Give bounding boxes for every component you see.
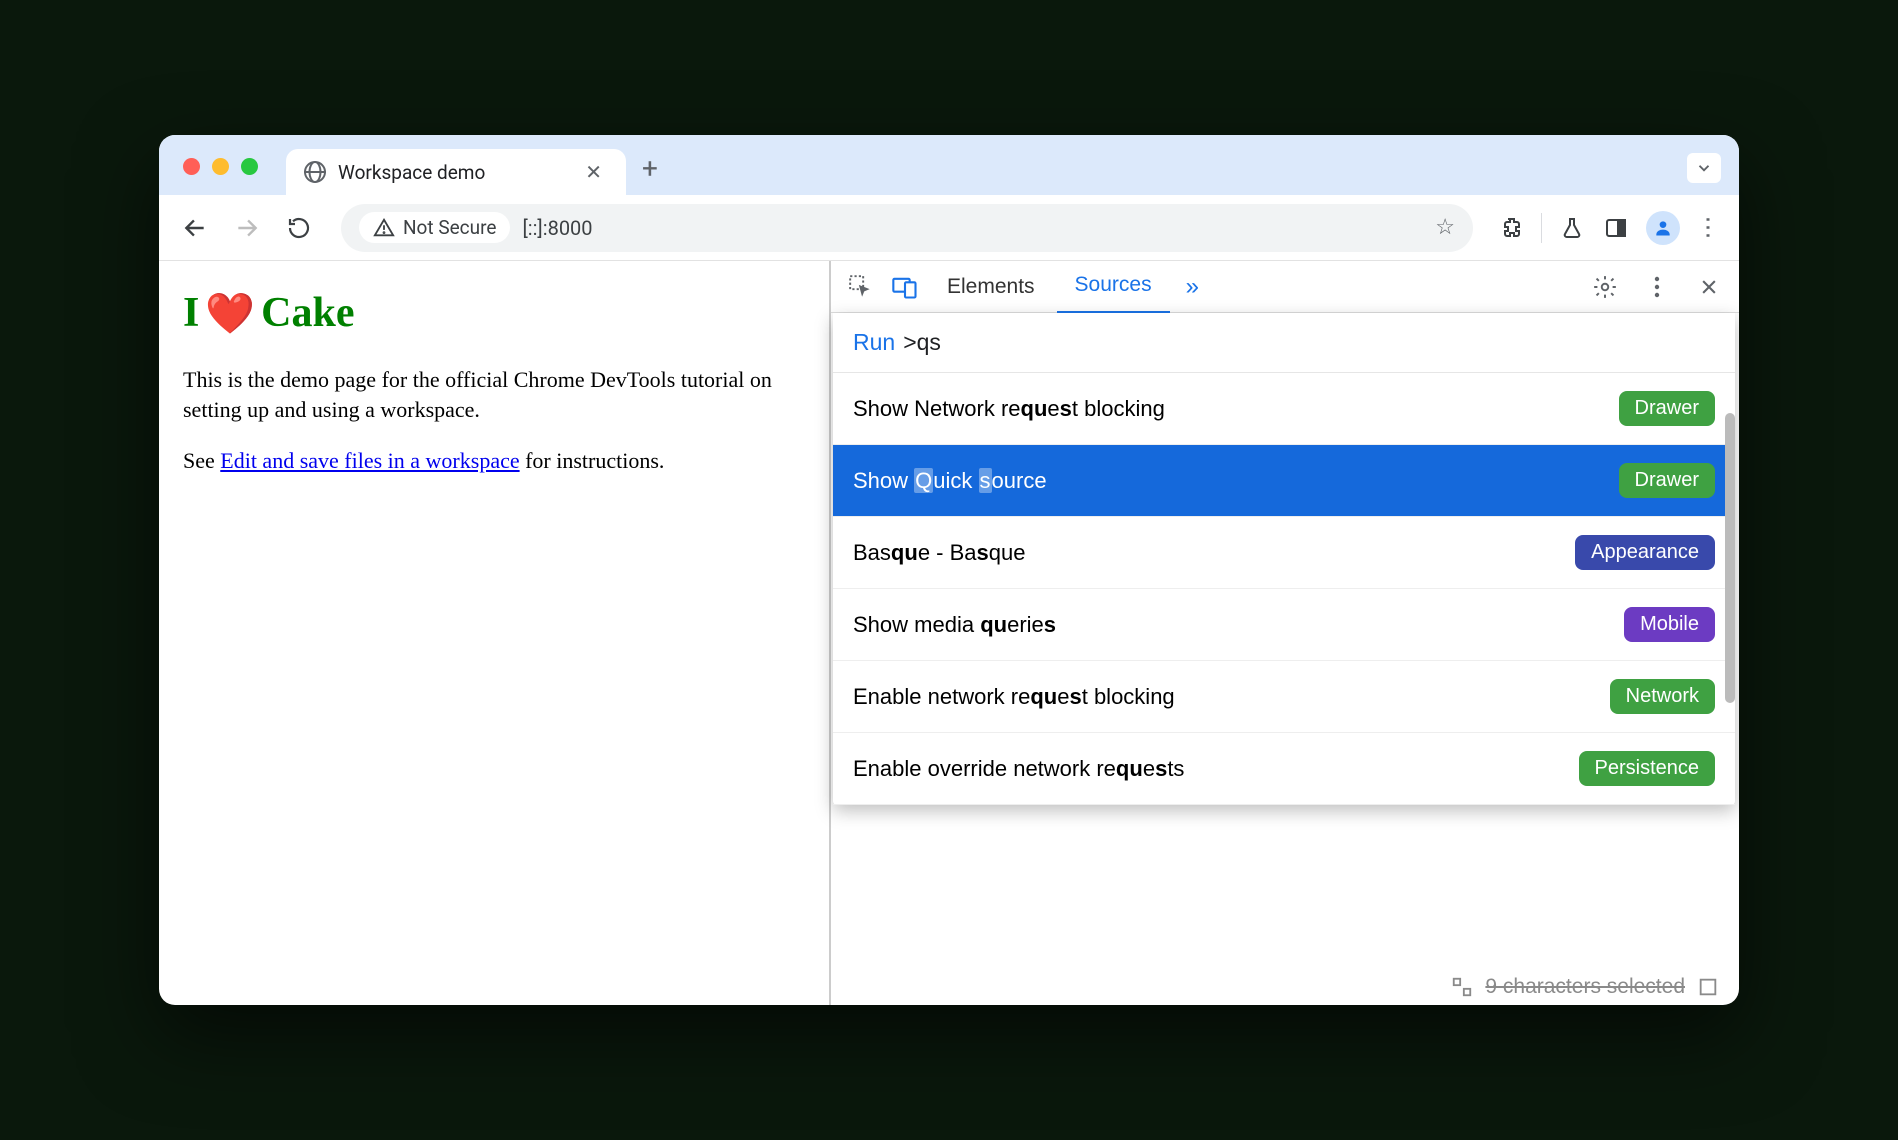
url-text: [::]:8000 <box>522 216 1423 240</box>
extensions-icon[interactable] <box>1497 214 1525 242</box>
bookmark-icon[interactable]: ☆ <box>1435 215 1455 240</box>
rendered-page: I ❤️ Cake This is the demo page for the … <box>159 261 829 1005</box>
command-label: Enable network request blocking <box>853 684 1175 710</box>
command-item[interactable]: Enable override network requests Persiste… <box>833 733 1735 805</box>
command-item[interactable]: Show media queries Mobile <box>833 589 1735 661</box>
command-badge: Appearance <box>1575 535 1715 570</box>
tabs-dropdown-button[interactable] <box>1687 153 1721 183</box>
command-badge: Drawer <box>1619 463 1715 498</box>
maximize-window-button[interactable] <box>241 158 258 175</box>
forward-button[interactable] <box>229 210 265 246</box>
browser-window: Workspace demo ✕ + Not Secure [::]:8000 … <box>159 135 1739 1005</box>
tab-title: Workspace demo <box>338 161 567 184</box>
heart-icon: ❤️ <box>205 290 255 337</box>
command-label: Basque - Basque <box>853 540 1025 566</box>
command-item[interactable]: Show Quick source Drawer <box>833 445 1735 517</box>
tab-sources[interactable]: Sources <box>1057 261 1170 314</box>
heading-post: Cake <box>261 289 354 337</box>
labs-icon[interactable] <box>1558 214 1586 242</box>
page-heading: I ❤️ Cake <box>183 289 805 337</box>
security-label: Not Secure <box>403 216 496 239</box>
page-paragraph: This is the demo page for the official C… <box>183 365 805 424</box>
new-tab-button[interactable]: + <box>626 152 674 195</box>
workspace-link[interactable]: Edit and save files in a workspace <box>220 448 519 473</box>
command-badge: Network <box>1610 679 1715 714</box>
address-bar[interactable]: Not Secure [::]:8000 ☆ <box>341 204 1473 252</box>
minimize-window-button[interactable] <box>212 158 229 175</box>
command-item[interactable]: Basque - Basque Appearance <box>833 517 1735 589</box>
heading-pre: I <box>183 289 199 337</box>
command-prefix: Run <box>853 329 895 356</box>
settings-icon[interactable] <box>1585 267 1625 307</box>
command-input[interactable]: Run >qs <box>833 313 1735 373</box>
tab-close-button[interactable]: ✕ <box>579 160 608 184</box>
command-badge: Drawer <box>1619 391 1715 426</box>
command-badge: Mobile <box>1624 607 1715 642</box>
footer-text: 9 characters selected <box>1485 975 1685 999</box>
toolbar-divider <box>1541 213 1542 243</box>
scrollbar[interactable] <box>1723 413 1735 805</box>
security-indicator[interactable]: Not Secure <box>359 212 510 243</box>
more-tabs-button[interactable]: » <box>1174 273 1211 301</box>
command-label: Show media queries <box>853 612 1056 638</box>
globe-icon <box>304 161 326 183</box>
command-label: Enable override network requests <box>853 756 1184 782</box>
browser-tab[interactable]: Workspace demo ✕ <box>286 149 626 195</box>
command-query: >qs <box>903 329 941 356</box>
command-badge: Persistence <box>1579 751 1716 786</box>
devtools-menu-icon[interactable] <box>1637 267 1677 307</box>
page-see-paragraph: See Edit and save files in a workspace f… <box>183 446 805 476</box>
reload-button[interactable] <box>281 210 317 246</box>
profile-avatar[interactable] <box>1646 211 1680 245</box>
command-list: Show Network request blockingDrawerShow … <box>833 373 1735 805</box>
side-panel-icon[interactable] <box>1602 214 1630 242</box>
titlebar: Workspace demo ✕ + <box>159 135 1739 195</box>
command-menu: Run >qs Show Network request blocking Dra… <box>833 313 1735 805</box>
close-devtools-button[interactable] <box>1689 267 1729 307</box>
warning-icon <box>373 217 395 239</box>
back-button[interactable] <box>177 210 213 246</box>
command-label: Show Network request blocking <box>853 396 1165 422</box>
devtools-panel: Elements Sources » Run <box>829 261 1739 1005</box>
close-window-button[interactable] <box>183 158 200 175</box>
toolbar: Not Secure [::]:8000 ☆ ⋯ <box>159 195 1739 261</box>
see-pre: See <box>183 448 220 473</box>
traffic-lights <box>175 158 286 195</box>
devtools-tabbar: Elements Sources » <box>831 261 1739 313</box>
command-item[interactable]: Enable network request blocking Network <box>833 661 1735 733</box>
device-toolbar-icon[interactable] <box>885 267 925 307</box>
tab-elements[interactable]: Elements <box>929 261 1053 313</box>
browser-menu-button[interactable]: ⋯ <box>1695 215 1723 240</box>
scrollbar-thumb[interactable] <box>1725 413 1735 703</box>
content-area: I ❤️ Cake This is the demo page for the … <box>159 261 1739 1005</box>
status-footer: 9 characters selected <box>1451 975 1719 999</box>
command-label: Show Quick source <box>853 468 1047 494</box>
inspect-element-icon[interactable] <box>841 267 881 307</box>
command-item[interactable]: Show Network request blocking Drawer <box>833 373 1735 445</box>
see-post: for instructions. <box>520 448 665 473</box>
